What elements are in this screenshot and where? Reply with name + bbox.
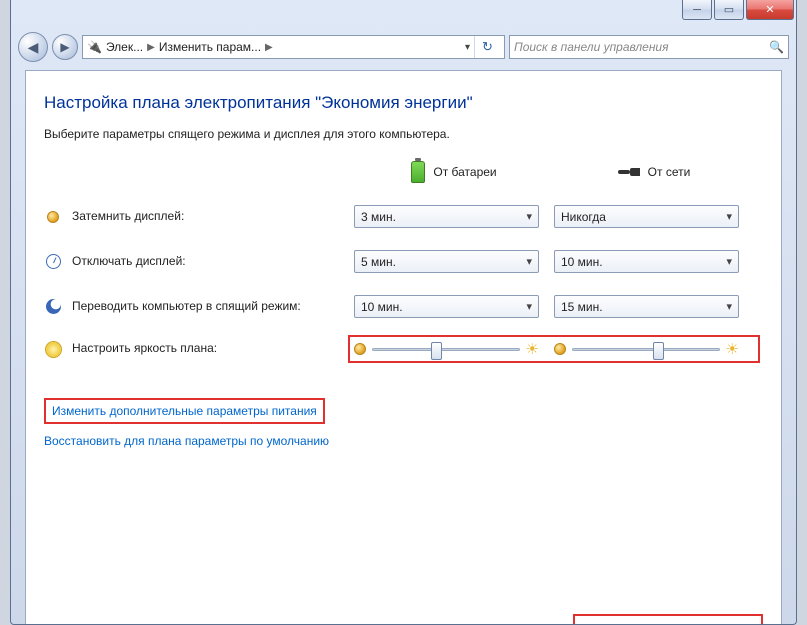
row-off-display: Отключать дисплей: xyxy=(44,253,354,271)
nav-back-button[interactable]: ◀ xyxy=(18,32,48,62)
search-icon: 🔍 xyxy=(769,40,784,54)
search-input[interactable]: Поиск в панели управления 🔍 xyxy=(509,35,789,59)
off-plugged-dropdown[interactable]: 10 мин. xyxy=(554,250,739,273)
titlebar: ─ ▭ ✕ xyxy=(11,0,796,28)
dim-plugged-dropdown[interactable]: Никогда xyxy=(554,205,739,228)
window: ─ ▭ ✕ ◀ ▶ 🔌 Элек... ▶ Изменить парам... … xyxy=(10,0,797,625)
column-header-battery-label: От батареи xyxy=(433,165,496,179)
save-button-highlight xyxy=(573,614,763,624)
restore-defaults-link[interactable]: Восстановить для плана параметры по умол… xyxy=(44,432,329,450)
column-header-battery: От батареи xyxy=(354,161,554,183)
refresh-button[interactable]: ↻ xyxy=(474,36,500,58)
slider-thumb[interactable] xyxy=(431,342,442,360)
chevron-right-icon: ▶ xyxy=(147,42,155,53)
sun-bright-icon: ☀ xyxy=(726,340,739,358)
maximize-button[interactable]: ▭ xyxy=(714,0,744,20)
sleep-battery-value: 10 мин. xyxy=(361,300,403,314)
battery-icon xyxy=(411,161,425,183)
row-dim-label: Затемнить дисплей: xyxy=(72,209,184,225)
row-brightness: Настроить яркость плана: xyxy=(44,340,354,358)
column-header-plugged: От сети xyxy=(554,165,754,179)
sleep-battery-dropdown[interactable]: 10 мин. xyxy=(354,295,539,318)
dim-plugged-value: Никогда xyxy=(561,210,606,224)
dim-battery-value: 3 мин. xyxy=(361,210,396,224)
page-subtitle: Выберите параметры спящего режима и дисп… xyxy=(44,127,763,141)
brightness-highlight: ☀ ☀ xyxy=(348,335,760,363)
links-section: Изменить дополнительные параметры питани… xyxy=(44,398,763,458)
dim-icon xyxy=(47,211,59,223)
breadcrumb-1[interactable]: Элек... xyxy=(106,40,143,54)
page-title: Настройка плана электропитания "Экономия… xyxy=(44,93,763,113)
plug-icon xyxy=(618,166,640,178)
content-panel: Настройка плана электропитания "Экономия… xyxy=(25,70,782,624)
dim-battery-dropdown[interactable]: 3 мин. xyxy=(354,205,539,228)
close-button[interactable]: ✕ xyxy=(746,0,794,20)
sun-icon xyxy=(46,342,61,357)
row-dim-display: Затемнить дисплей: xyxy=(44,208,354,226)
row-sleep-label: Переводить компьютер в спящий режим: xyxy=(72,299,301,315)
slider-track[interactable] xyxy=(372,348,520,351)
brightness-battery-slider[interactable]: ☀ xyxy=(354,340,539,358)
sun-dim-icon xyxy=(554,343,566,355)
plug-icon: 🔌 xyxy=(87,40,102,54)
sun-bright-icon: ☀ xyxy=(526,340,539,358)
clock-icon xyxy=(46,254,61,269)
row-sleep: Переводить компьютер в спящий режим: xyxy=(44,298,354,316)
search-placeholder: Поиск в панели управления xyxy=(514,40,669,54)
slider-track[interactable] xyxy=(572,348,720,351)
navbar: ◀ ▶ 🔌 Элек... ▶ Изменить парам... ▶ ▾ ↻ … xyxy=(18,30,789,64)
brightness-plugged-slider[interactable]: ☀ xyxy=(554,340,739,358)
sun-dim-icon xyxy=(354,343,366,355)
breadcrumb-2[interactable]: Изменить парам... xyxy=(159,40,261,54)
chevron-right-icon: ▶ xyxy=(265,42,273,53)
off-battery-value: 5 мин. xyxy=(361,255,396,269)
minimize-button[interactable]: ─ xyxy=(682,0,712,20)
moon-icon xyxy=(46,299,61,314)
dropdown-history-icon[interactable]: ▾ xyxy=(465,42,470,53)
row-off-label: Отключать дисплей: xyxy=(72,254,186,270)
off-plugged-value: 10 мин. xyxy=(561,255,603,269)
settings-grid: От батареи От сети Затемнить дисплей: 3 … xyxy=(44,161,763,358)
sleep-plugged-dropdown[interactable]: 15 мин. xyxy=(554,295,739,318)
row-brightness-label: Настроить яркость плана: xyxy=(72,341,217,357)
sleep-plugged-value: 15 мин. xyxy=(561,300,603,314)
nav-forward-button[interactable]: ▶ xyxy=(52,34,78,60)
advanced-settings-link[interactable]: Изменить дополнительные параметры питани… xyxy=(44,398,325,424)
slider-thumb[interactable] xyxy=(653,342,664,360)
address-bar[interactable]: 🔌 Элек... ▶ Изменить парам... ▶ ▾ ↻ xyxy=(82,35,505,59)
column-header-plugged-label: От сети xyxy=(648,165,691,179)
off-battery-dropdown[interactable]: 5 мин. xyxy=(354,250,539,273)
